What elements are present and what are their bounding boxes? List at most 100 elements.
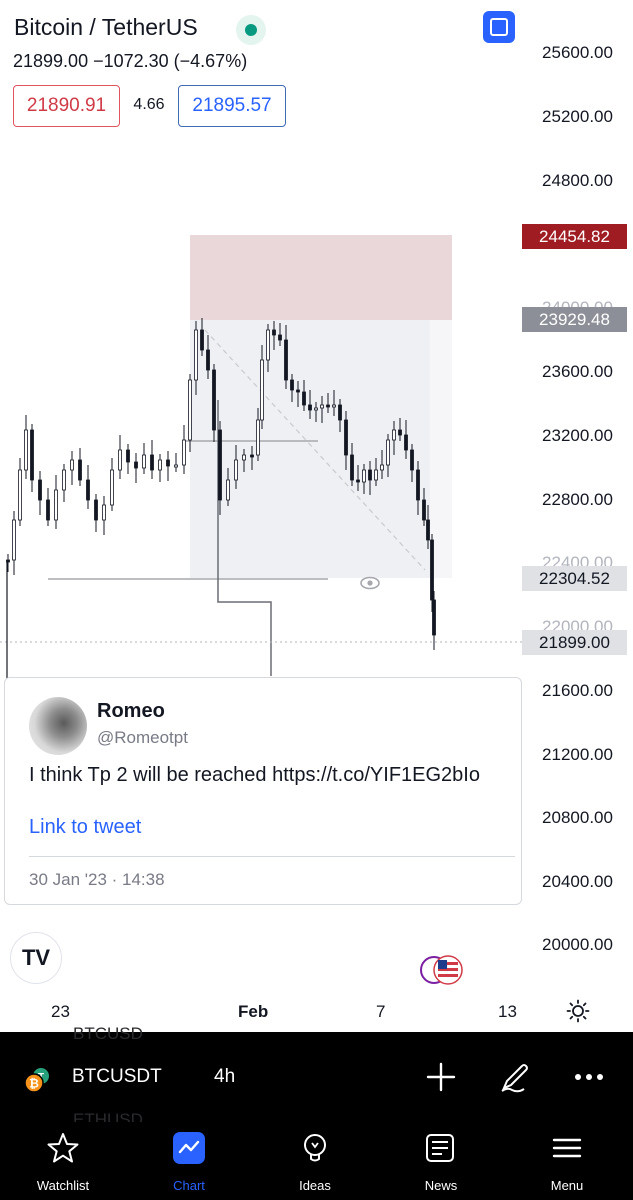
star-icon <box>47 1133 79 1163</box>
price-label: 22800.00 <box>542 490 613 509</box>
nav-menu[interactable]: Menu <box>504 1122 630 1200</box>
candle-body <box>432 599 436 636</box>
price-label: 25600.00 <box>542 43 613 62</box>
market-status-icon[interactable] <box>236 15 266 45</box>
lightbulb-icon <box>304 1134 326 1162</box>
target-zone[interactable] <box>190 235 452 320</box>
link-to-tweet[interactable]: Link to tweet <box>29 816 141 839</box>
add-icon[interactable] <box>424 1060 458 1094</box>
tradingview-logo[interactable]: TV <box>10 932 62 984</box>
candle-body <box>332 404 336 408</box>
candle-body <box>392 429 396 441</box>
candle-body <box>94 499 98 521</box>
candle-body <box>398 429 402 436</box>
candle-body <box>62 469 66 491</box>
candle-body <box>426 519 430 541</box>
candle-body <box>410 449 414 471</box>
fullscreen-icon[interactable] <box>483 11 515 43</box>
candle-body <box>38 479 42 501</box>
chart-area[interactable]: Bitcoin / TetherUS 21899.00 −1072.30 (−4… <box>0 0 633 1032</box>
candle-body <box>416 469 420 501</box>
candle-body <box>134 461 138 469</box>
avatar[interactable] <box>29 697 87 755</box>
candle-body <box>290 379 294 391</box>
nav-label: Ideas <box>299 1178 331 1193</box>
entry-price-tag: 23929.48 <box>522 307 627 332</box>
tweet-author-name[interactable]: Romeo <box>97 700 165 723</box>
candle-body <box>174 464 178 468</box>
ask-price-box[interactable]: 21895.57 <box>178 85 286 127</box>
candle-body <box>272 329 276 336</box>
candle-body <box>54 489 58 521</box>
candle-body <box>386 439 390 466</box>
quote-line: 21899.00 −1072.30 (−4.67%) <box>13 51 248 71</box>
candle-body <box>206 349 210 371</box>
bid-price-box[interactable]: 21890.91 <box>13 85 120 127</box>
candle-body <box>368 469 372 481</box>
tweet-date: 30 Jan '23 · 14:38 <box>29 870 165 889</box>
symbol-title[interactable]: Bitcoin / TetherUS <box>14 14 198 41</box>
candle-body <box>110 469 114 506</box>
stop-price-tag: 22304.52 <box>522 566 627 591</box>
spread-value: 4.66 <box>133 96 165 113</box>
symbol-selector[interactable]: BTCUSDT <box>72 1066 162 1088</box>
time-label: Feb <box>238 1002 269 1021</box>
candle-body <box>350 454 354 481</box>
candle-body <box>380 464 384 471</box>
chart-settings-sun-icon[interactable] <box>566 999 590 1023</box>
candle-body <box>308 404 312 411</box>
nav-label: Menu <box>550 1178 584 1193</box>
candle-body <box>46 499 50 521</box>
candle-body <box>200 329 204 351</box>
candle-body <box>338 404 342 421</box>
candle-body <box>182 439 186 466</box>
news-icon <box>426 1134 454 1162</box>
economic-event-icon[interactable] <box>418 954 466 986</box>
candle-body <box>194 329 198 381</box>
tweet-author-handle[interactable]: @Romeotpt <box>97 728 188 748</box>
time-label: 7 <box>376 1002 386 1021</box>
nav-watchlist[interactable]: Watchlist <box>0 1122 126 1200</box>
candle-body <box>78 459 82 481</box>
candle-body <box>326 404 330 408</box>
nav-label: Watchlist <box>36 1178 90 1193</box>
candle-body <box>24 429 28 471</box>
candle-body <box>18 469 22 521</box>
price-label: 21600.00 <box>542 681 613 700</box>
divider <box>29 856 515 857</box>
tweet-card[interactable]: Romeo @Romeotpt I think Tp 2 will be rea… <box>4 677 522 905</box>
candle-body <box>422 499 426 521</box>
candle-body <box>126 449 130 463</box>
candle-body <box>242 454 246 461</box>
price-label: 21200.00 <box>542 745 613 764</box>
candle-body <box>344 419 348 456</box>
menu-icon <box>552 1138 582 1158</box>
drawing-pen-icon[interactable] <box>498 1060 532 1094</box>
bitcoin-tether-icon: T ₿ <box>24 1068 49 1093</box>
candle-body <box>266 329 270 361</box>
eye-icon[interactable] <box>360 576 380 590</box>
nav-news[interactable]: News <box>378 1122 504 1200</box>
candle-body <box>158 459 162 471</box>
price-label: 25200.00 <box>542 107 613 126</box>
candle-body <box>374 469 378 481</box>
target-price-tag: 24454.82 <box>522 224 627 249</box>
nav-chart[interactable]: Chart <box>126 1122 252 1200</box>
candle-body <box>212 369 216 431</box>
candle-body <box>150 454 154 471</box>
nav-ideas[interactable]: Ideas <box>252 1122 378 1200</box>
nav-label: News <box>424 1178 458 1193</box>
price-label: 23600.00 <box>542 362 613 381</box>
candle-body <box>102 504 106 521</box>
candle-body <box>278 334 282 341</box>
chart-icon <box>173 1132 205 1164</box>
interval-selector[interactable]: 4h <box>214 1066 235 1088</box>
more-icon[interactable] <box>572 1060 606 1094</box>
symbol-list-item-above[interactable]: BTCUSD <box>73 1024 143 1044</box>
candle-body <box>302 391 306 406</box>
risk-zone[interactable] <box>190 320 452 578</box>
candle-body <box>296 389 300 393</box>
candle-body <box>260 359 264 421</box>
candle-body <box>70 459 74 471</box>
candle-body <box>218 429 222 501</box>
